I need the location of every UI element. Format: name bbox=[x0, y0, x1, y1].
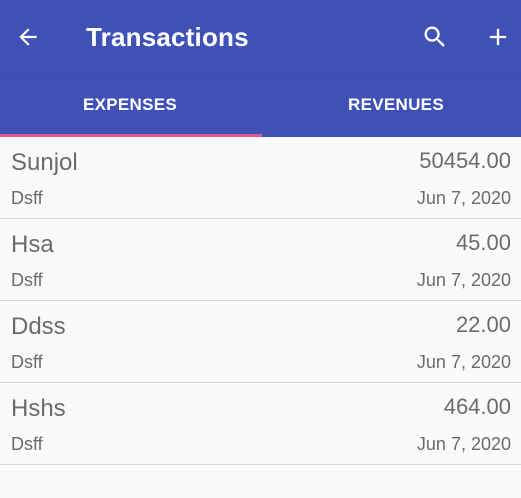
add-transaction-button[interactable] bbox=[474, 13, 521, 61]
transaction-row[interactable]: Ddss 22.00 Dsff Jun 7, 2020 bbox=[0, 301, 521, 383]
transaction-row[interactable]: Sunjol 50454.00 Dsff Jun 7, 2020 bbox=[0, 137, 521, 219]
transaction-description: Dsff bbox=[11, 270, 43, 290]
search-button[interactable] bbox=[411, 13, 459, 61]
back-button[interactable] bbox=[4, 13, 52, 61]
transaction-amount: 464.00 bbox=[443, 394, 511, 419]
transaction-row[interactable]: Hsa 45.00 Dsff Jun 7, 2020 bbox=[0, 219, 521, 301]
transaction-name: Hshs bbox=[11, 395, 66, 422]
transaction-description: Dsff bbox=[11, 434, 43, 454]
transaction-amount: 22.00 bbox=[455, 312, 511, 337]
transaction-date: Jun 7, 2020 bbox=[416, 434, 511, 454]
transaction-description: Dsff bbox=[11, 188, 43, 208]
transaction-date: Jun 7, 2020 bbox=[416, 188, 511, 208]
transaction-name: Sunjol bbox=[11, 149, 78, 176]
transaction-amount: 50454.00 bbox=[419, 148, 511, 173]
transaction-amount: 45.00 bbox=[455, 230, 511, 255]
plus-icon bbox=[489, 28, 507, 46]
tab-revenues[interactable]: REVENUES bbox=[266, 75, 521, 135]
transaction-date: Jun 7, 2020 bbox=[416, 270, 511, 290]
arrow-left-icon bbox=[19, 28, 37, 46]
transaction-name: Ddss bbox=[11, 313, 66, 340]
tab-bar: EXPENSES REVENUES bbox=[0, 74, 521, 138]
tab-expenses[interactable]: EXPENSES bbox=[0, 75, 260, 135]
app-bar: Transactions bbox=[0, 0, 521, 74]
transaction-row[interactable]: Hshs 464.00 Dsff Jun 7, 2020 bbox=[0, 383, 521, 465]
search-icon bbox=[424, 26, 445, 47]
page-title: Transactions bbox=[86, 22, 249, 52]
transaction-date: Jun 7, 2020 bbox=[416, 352, 511, 372]
transaction-list: Sunjol 50454.00 Dsff Jun 7, 2020 Hsa 45.… bbox=[0, 137, 521, 465]
transaction-description: Dsff bbox=[11, 352, 43, 372]
transaction-name: Hsa bbox=[11, 231, 54, 258]
